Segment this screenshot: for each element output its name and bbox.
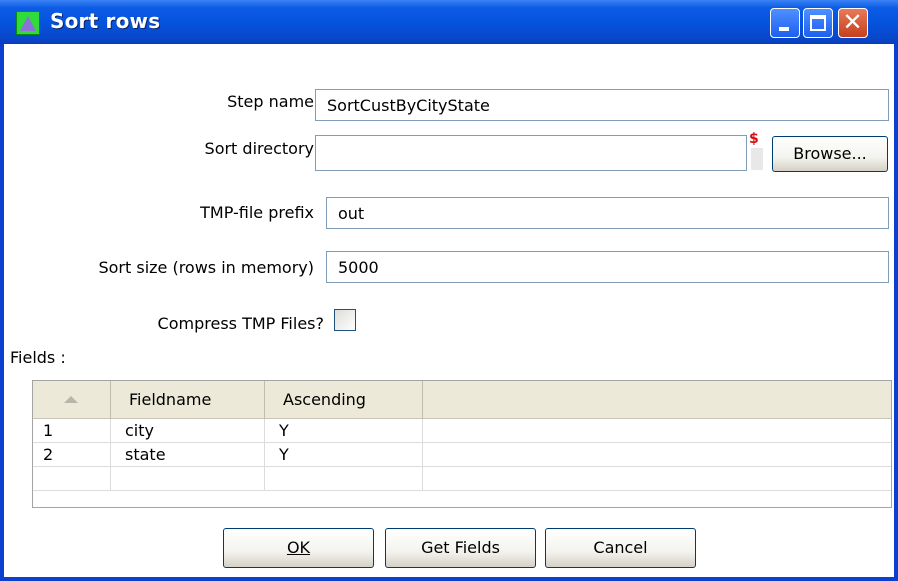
browse-button[interactable]: Browse... <box>772 136 888 172</box>
sort-directory-input[interactable] <box>315 135 747 171</box>
fields-table[interactable]: Fieldname Ascending 1 city Y 2 state Y <box>32 380 892 508</box>
window-title: Sort rows <box>50 9 161 33</box>
compress-tmp-checkbox[interactable] <box>334 309 356 331</box>
sort-rows-dialog: Sort rows ✕ Step name SortCustByCityStat… <box>0 0 898 581</box>
get-fields-button[interactable]: Get Fields <box>385 528 536 568</box>
row-number: 1 <box>33 419 111 442</box>
sort-up-icon <box>64 396 78 403</box>
browse-button-label: Browse... <box>793 144 867 163</box>
fields-label: Fields : <box>10 348 66 367</box>
fieldname-cell[interactable]: state <box>111 443 265 466</box>
row-number <box>33 467 111 490</box>
fieldname-cell[interactable]: city <box>111 419 265 442</box>
close-icon: ✕ <box>842 8 863 36</box>
ascending-header[interactable]: Ascending <box>265 381 423 419</box>
fieldname-cell[interactable] <box>111 467 265 490</box>
ascending-cell[interactable]: Y <box>265 443 423 466</box>
table-row[interactable]: 1 city Y <box>33 419 891 443</box>
app-icon <box>16 11 40 35</box>
compress-tmp-label: Compress TMP Files? <box>157 314 324 333</box>
ascending-cell[interactable] <box>265 467 423 490</box>
row-number: 2 <box>33 443 111 466</box>
cancel-button[interactable]: Cancel <box>545 528 696 568</box>
table-row-empty[interactable] <box>33 467 891 491</box>
table-header: Fieldname Ascending <box>33 381 891 419</box>
dialog-body: Step name SortCustByCityState Sort direc… <box>4 44 894 577</box>
row-number-header[interactable] <box>33 381 111 419</box>
minimize-button[interactable] <box>770 8 800 38</box>
tmp-prefix-label: TMP-file prefix <box>200 203 314 222</box>
maximize-icon <box>810 15 826 31</box>
ascending-cell[interactable]: Y <box>265 419 423 442</box>
step-name-input[interactable]: SortCustByCityState <box>315 89 889 121</box>
step-name-label: Step name <box>227 92 314 111</box>
ok-button-label: OK <box>286 538 311 557</box>
sort-directory-label: Sort directory <box>204 139 314 158</box>
fieldname-header[interactable]: Fieldname <box>111 381 265 419</box>
table-row[interactable]: 2 state Y <box>33 443 891 467</box>
minimize-icon <box>779 27 789 31</box>
maximize-button[interactable] <box>803 8 833 38</box>
variable-dollar-icon: $ <box>749 132 763 170</box>
ok-button[interactable]: OK <box>223 528 374 568</box>
close-button[interactable]: ✕ <box>838 8 868 38</box>
tmp-prefix-input[interactable]: out <box>326 197 889 229</box>
cancel-button-label: Cancel <box>593 538 648 557</box>
title-bar[interactable]: Sort rows ✕ <box>0 0 898 44</box>
sort-size-input[interactable]: 5000 <box>326 251 889 283</box>
sort-size-label: Sort size (rows in memory) <box>98 258 314 277</box>
get-fields-button-label: Get Fields <box>421 538 500 557</box>
